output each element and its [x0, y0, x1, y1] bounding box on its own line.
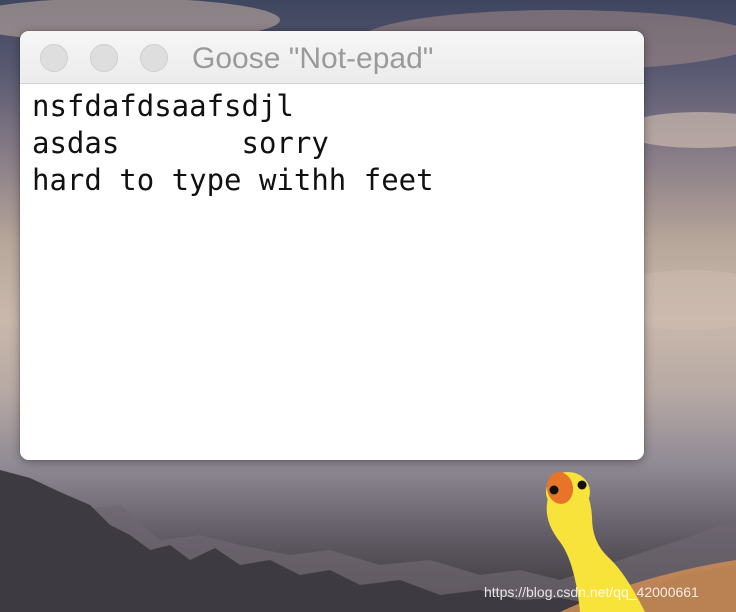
minimize-button[interactable] [90, 44, 118, 72]
text-editor[interactable]: nsfdafdsaafsdjl asdas sorry hard to type… [20, 84, 644, 460]
close-button[interactable] [40, 44, 68, 72]
text-line: asdas sorry [32, 126, 329, 160]
watermark: https://blog.csdn.net/qq_42000661 [484, 584, 699, 600]
text-line: nsfdafdsaafsdjl [32, 89, 294, 123]
title-bar[interactable]: Goose "Not-epad" [20, 31, 644, 84]
text-line: hard to type withh feet [32, 163, 434, 197]
zoom-button[interactable] [140, 44, 168, 72]
notepad-window: Goose "Not-epad" nsfdafdsaafsdjl asdas s… [20, 31, 644, 460]
window-title: Goose "Not-epad" [192, 42, 434, 75]
